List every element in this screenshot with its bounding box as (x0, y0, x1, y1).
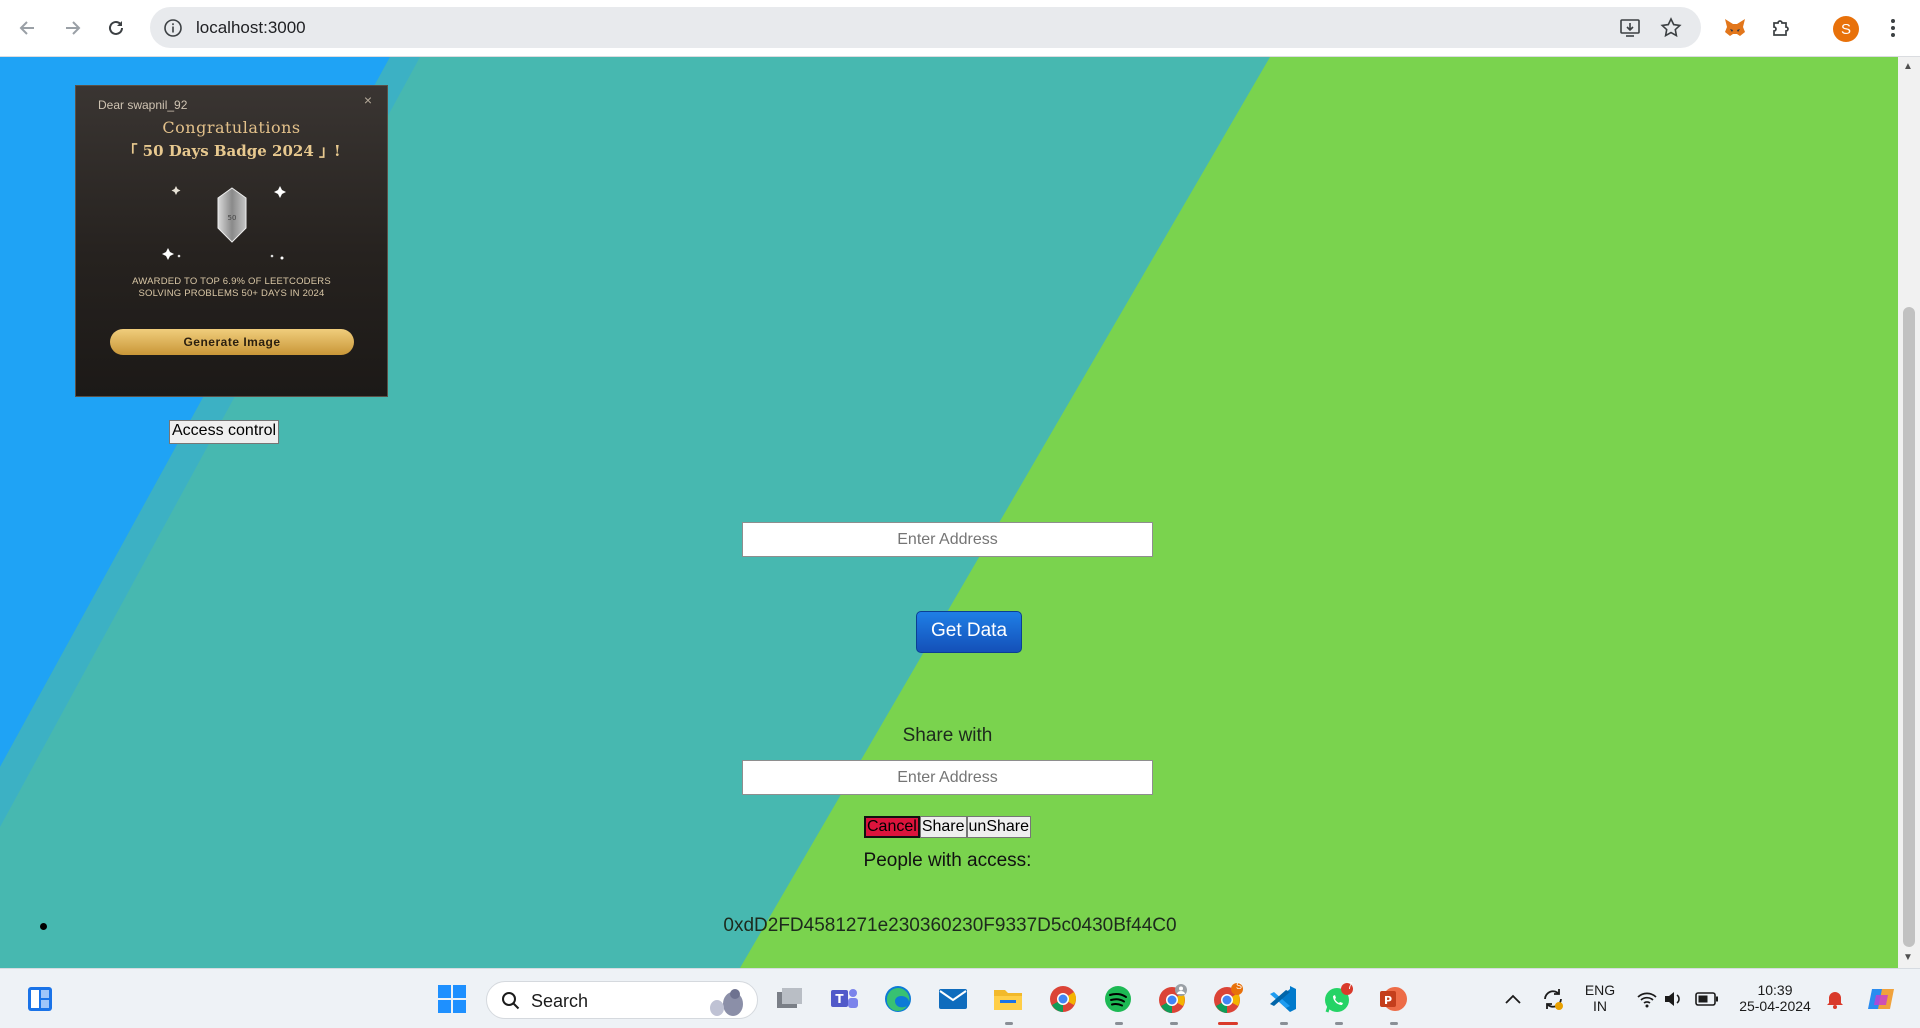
back-arrow-icon (19, 21, 34, 35)
chrome-icon[interactable] (1046, 982, 1080, 1016)
svg-text:P: P (1384, 994, 1392, 1007)
site-info-icon[interactable] (162, 17, 184, 39)
copilot-icon[interactable] (1864, 982, 1898, 1016)
reload-icon (109, 20, 123, 35)
list-bullet (40, 923, 47, 930)
windows-start-icon[interactable] (435, 982, 469, 1016)
edge-icon[interactable] (881, 982, 915, 1016)
page-viewport: Dear swapnil_92 × Congratulations 「 50 D… (0, 57, 1920, 968)
back-button[interactable] (12, 12, 44, 44)
svg-text:T: T (835, 992, 844, 1006)
address-bar[interactable]: localhost:3000 (150, 7, 1701, 48)
badge-gem-icon: 50 (217, 187, 247, 243)
running-indicator (1280, 1022, 1288, 1025)
mail-icon[interactable] (936, 982, 970, 1016)
scrollbar-thumb[interactable] (1903, 307, 1915, 947)
chevron-up-icon[interactable] (1496, 982, 1530, 1016)
clock[interactable]: 10:39 25-04-2024 (1730, 982, 1820, 1014)
running-indicator (1170, 1022, 1178, 1025)
forward-button[interactable] (56, 12, 88, 44)
chrome-profile-badge: S (1235, 981, 1242, 991)
search-icon (502, 992, 520, 1010)
running-indicator (1390, 1022, 1398, 1025)
profile-avatar[interactable]: S (1833, 16, 1859, 42)
vscode-icon[interactable] (1266, 982, 1300, 1016)
clock-date: 25-04-2024 (1739, 998, 1811, 1014)
language-region: IN (1593, 998, 1607, 1014)
teams-icon[interactable]: T (827, 982, 861, 1016)
search-label: Search (531, 991, 589, 1011)
share-actions: Cancel Share unShare (864, 816, 1032, 838)
sync-icon[interactable] (1536, 982, 1570, 1016)
scroll-down-icon[interactable]: ▼ (1903, 952, 1913, 963)
whatsapp-badge: 7 (1347, 981, 1353, 992)
share-with-label: Share with (902, 725, 993, 746)
whatsapp-icon[interactable]: 7 (1321, 981, 1355, 1016)
forward-arrow-icon (66, 21, 81, 35)
extensions-puzzle-icon[interactable] (1766, 13, 1796, 43)
scroll-up-icon[interactable]: ▲ (1903, 61, 1913, 72)
browser-toolbar: localhost:3000 S (0, 0, 1920, 57)
chrome-menu-icon[interactable] (1878, 13, 1908, 43)
awarded-line-1: AWARDED TO TOP 6.9% OF LEETCODERS (132, 276, 331, 287)
battery-icon[interactable] (1690, 982, 1724, 1016)
windows-taskbar: Search T S 7 P ENG IN 10:39 25-04-2024 (0, 968, 1920, 1028)
taskbar-search[interactable]: Search (486, 981, 758, 1019)
spotify-icon[interactable] (1101, 982, 1135, 1016)
reload-button[interactable] (100, 12, 132, 44)
language-code: ENG (1584, 982, 1616, 998)
svg-text:50: 50 (228, 214, 237, 222)
chrome-profile-icon[interactable] (1156, 982, 1190, 1016)
language-indicator[interactable]: ENG IN (1580, 982, 1620, 1014)
running-indicator (1335, 1022, 1343, 1025)
metamask-fox-icon[interactable] (1720, 13, 1750, 43)
powerpoint-icon[interactable]: P (1376, 982, 1410, 1016)
access-control-button[interactable]: Access control (169, 420, 280, 444)
running-indicator (1115, 1022, 1123, 1025)
running-indicator (1005, 1022, 1013, 1025)
get-data-button[interactable]: Get Data (916, 611, 1022, 653)
access-list-item: 0xdD2FD4581271e230360230F9337D5c0430Bf44… (723, 915, 1177, 936)
clock-time: 10:39 (1757, 982, 1793, 998)
awarded-line-2: SOLVING PROBLEMS 50+ DAYS IN 2024 (138, 288, 325, 299)
file-explorer-icon[interactable] (991, 982, 1025, 1016)
bookmark-star-icon[interactable] (1658, 16, 1684, 40)
chrome-active-icon[interactable]: S (1211, 981, 1245, 1016)
active-indicator (1218, 1022, 1238, 1025)
generate-image-button[interactable]: Generate Image (110, 329, 354, 355)
task-view-icon[interactable] (772, 982, 806, 1016)
notification-bell-icon[interactable] (1818, 982, 1852, 1016)
cancel-button[interactable]: Cancel (864, 816, 920, 838)
people-with-access-label: People with access: (863, 850, 1032, 871)
volume-icon[interactable] (1656, 982, 1690, 1016)
search-highlight-icon (710, 989, 743, 1016)
share-address-input[interactable] (742, 760, 1153, 795)
badge-popup: Dear swapnil_92 × Congratulations 「 50 D… (75, 85, 388, 397)
badge-awarded-text: AWARDED TO TOP 6.9% OF LEETCODERS SOLVIN… (96, 276, 367, 300)
unshare-button[interactable]: unShare (966, 816, 1032, 838)
install-app-icon[interactable] (1617, 16, 1643, 40)
widgets-icon[interactable] (23, 982, 57, 1016)
address-input[interactable] (742, 522, 1153, 557)
share-button[interactable]: Share (919, 816, 967, 838)
url-text: localhost:3000 (196, 18, 306, 37)
vertical-scrollbar[interactable]: ▲ ▼ (1898, 57, 1920, 968)
